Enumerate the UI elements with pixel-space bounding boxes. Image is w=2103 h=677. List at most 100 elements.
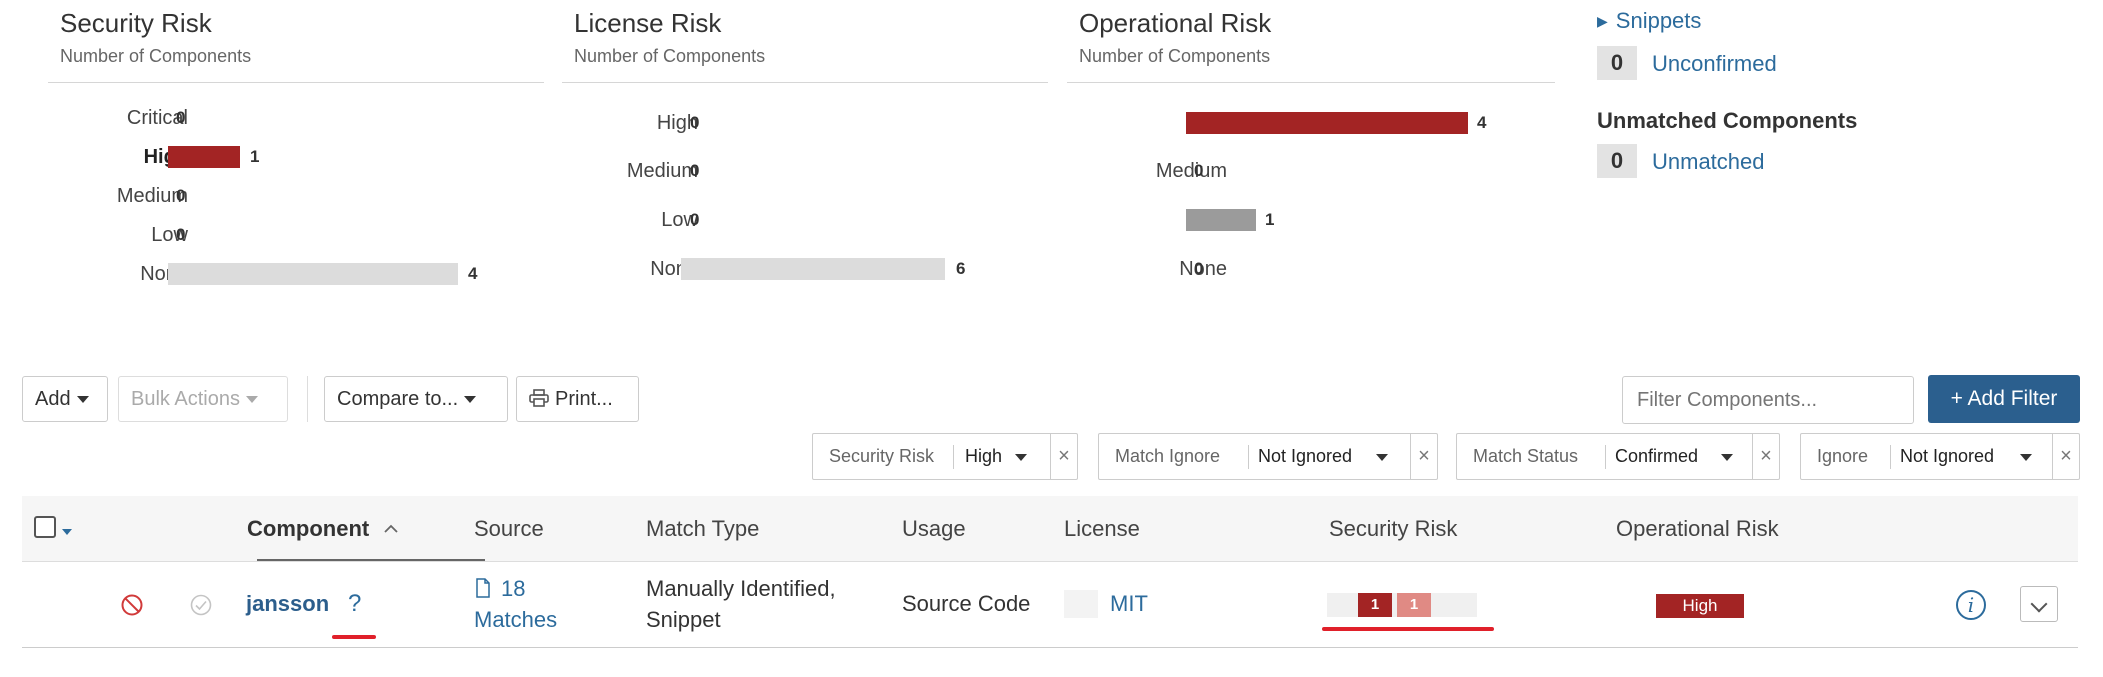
match-type-line1: Manually Identified, [646, 576, 836, 601]
risk-bar-high [168, 146, 240, 168]
chevron-down-icon [1721, 454, 1733, 461]
column-header-component[interactable]: Component [247, 496, 399, 562]
security-risk-row-high[interactable]: High 1 [48, 144, 548, 170]
info-icon[interactable]: i [1956, 590, 1986, 620]
risk-count: 0 [1194, 259, 1204, 278]
risk-label: Low [151, 224, 188, 246]
license-link[interactable]: MIT [1110, 591, 1148, 617]
operational-risk-row-none[interactable]: None 0 [1067, 256, 1555, 282]
chevron-down-icon[interactable] [62, 529, 72, 535]
risk-count: 0 [1194, 161, 1204, 180]
table-row[interactable]: jansson ? 18 Matches Manually Identified… [22, 562, 2078, 648]
operational-risk-subtitle: Number of Components [1079, 46, 1271, 66]
column-header-license[interactable]: License [1064, 496, 1140, 562]
column-label: Component [247, 516, 370, 541]
chevron-down-icon [464, 396, 477, 404]
security-risk-row-medium[interactable]: Medium 0 [48, 183, 548, 209]
compare-to-button[interactable]: Compare to... [324, 376, 508, 422]
close-icon[interactable]: × [1752, 434, 1780, 479]
security-risk-row-low[interactable]: Low 0 [48, 222, 548, 248]
component-name-link[interactable]: jansson [246, 591, 329, 617]
filter-components-input[interactable] [1622, 376, 1914, 424]
add-filter-button[interactable]: + Add Filter [1928, 375, 2080, 423]
risk-bar-none [681, 258, 945, 280]
risk-count: 0 [690, 113, 700, 132]
risk-label: Critical [126, 107, 188, 129]
unmatched-count: 0 [1597, 144, 1637, 178]
risk-label: Low [661, 209, 698, 231]
operational-risk-title: Operational Risk [1079, 8, 1272, 38]
risk-count: 4 [468, 264, 478, 283]
security-risk-subtitle: Number of Components [60, 46, 252, 66]
match-type-line2: Snippet [646, 607, 721, 632]
column-header-operational-risk[interactable]: Operational Risk [1616, 496, 1779, 562]
risk-label: Medium [626, 160, 698, 182]
risk-count: 1 [250, 147, 260, 166]
risk-count: 4 [1477, 113, 1487, 132]
risk-count: 6 [956, 259, 966, 278]
bulk-actions-button[interactable]: Bulk Actions [118, 376, 288, 422]
select-all-checkbox[interactable] [34, 516, 56, 538]
expand-row-button[interactable] [2020, 586, 2058, 622]
operational-risk-row-high[interactable]: High 4 [1067, 110, 1555, 136]
chevron-down-icon [1015, 454, 1027, 461]
add-button[interactable]: Add [22, 376, 108, 422]
filter-value[interactable]: Not Ignored [1900, 434, 1994, 479]
security-risk-row-critical[interactable]: Critical 0 [48, 105, 548, 131]
filter-value[interactable]: Confirmed [1615, 434, 1698, 479]
divider [48, 82, 544, 83]
risk-count: 0 [176, 108, 186, 127]
column-header-security-risk[interactable]: Security Risk [1329, 496, 1457, 562]
source-count-link[interactable]: 18 [501, 576, 525, 602]
license-risk-row-high[interactable]: High 0 [562, 110, 1048, 136]
confirm-icon[interactable] [189, 593, 213, 617]
help-icon[interactable]: ? [348, 590, 361, 618]
chevron-down-icon [1376, 454, 1388, 461]
caret-right-icon: ▶ [1597, 13, 1608, 29]
filter-value[interactable]: High [965, 434, 1002, 479]
risk-count: 0 [176, 225, 186, 244]
filter-key: Security Risk [829, 446, 935, 466]
filter-key: Match Ignore [1115, 446, 1221, 466]
table-header: Component Source Match Type Usage Licens… [22, 496, 2078, 562]
print-button[interactable]: Print... [516, 376, 639, 422]
unmatched-link[interactable]: Unmatched [1652, 149, 1765, 175]
sort-ascending-icon [384, 524, 398, 533]
close-icon[interactable]: × [1410, 434, 1438, 479]
chevron-down-icon [76, 396, 89, 404]
risk-count: 1 [1265, 210, 1275, 229]
close-icon[interactable]: × [2052, 434, 2080, 479]
close-icon[interactable]: × [1050, 434, 1078, 479]
security-risk-row-none[interactable]: None 4 [48, 261, 548, 287]
column-header-match-type[interactable]: Match Type [646, 496, 759, 562]
license-risk-row-none[interactable]: None 6 [562, 256, 1048, 282]
unconfirmed-link[interactable]: Unconfirmed [1652, 51, 1777, 77]
security-risk-medium-badge[interactable]: 1 [1397, 593, 1431, 617]
license-risk-row-medium[interactable]: Medium 0 [562, 158, 1048, 184]
printer-icon [529, 389, 549, 407]
source-matches-link[interactable]: Matches [474, 607, 557, 633]
risk-count: 0 [690, 210, 700, 229]
snippets-toggle[interactable]: ▶ Snippets [1597, 8, 1701, 34]
filter-chip-match-ignore[interactable]: Match Ignore Not Ignored × [1098, 433, 1438, 480]
operational-risk-row-low[interactable]: Low 1 [1067, 207, 1555, 233]
security-risk-high-badge[interactable]: 1 [1358, 593, 1392, 617]
operational-risk-panel: Operational Risk Number of Components Hi… [1067, 0, 1555, 300]
operational-risk-row-medium[interactable]: Medium 0 [1067, 158, 1555, 184]
filter-value[interactable]: Not Ignored [1258, 434, 1352, 479]
filter-chip-match-status[interactable]: Match Status Confirmed × [1456, 433, 1780, 480]
ignore-icon[interactable] [120, 593, 144, 617]
risk-label: None [140, 263, 188, 285]
risk-label: High [143, 146, 188, 168]
chip-separator [1605, 445, 1606, 469]
chip-separator [1248, 445, 1249, 469]
license-risk-row-low[interactable]: Low 0 [562, 207, 1048, 233]
filter-chip-security-risk[interactable]: Security Risk High × [812, 433, 1078, 480]
annotation-underline [332, 635, 376, 639]
risk-label: Medium [116, 185, 188, 207]
column-header-source[interactable]: Source [474, 496, 544, 562]
filter-key: Ignore [1817, 446, 1869, 466]
column-header-usage[interactable]: Usage [902, 496, 966, 562]
risk-label: None [650, 258, 698, 280]
filter-chip-ignore[interactable]: Ignore Not Ignored × [1800, 433, 2080, 480]
